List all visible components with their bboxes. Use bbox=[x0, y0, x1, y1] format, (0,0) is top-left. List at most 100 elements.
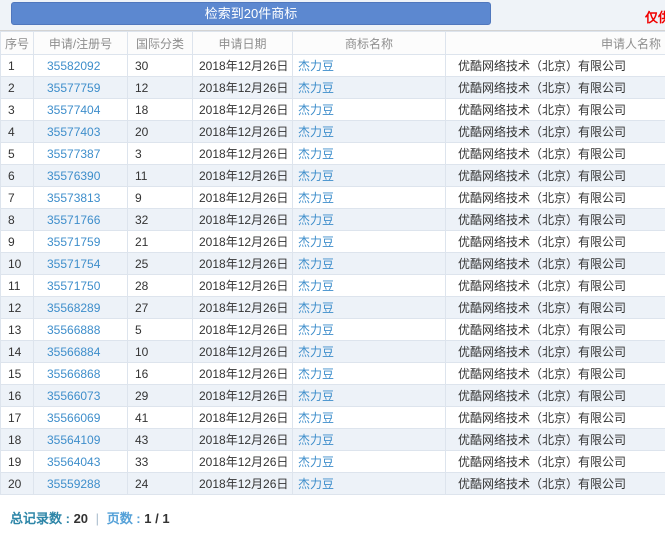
trademark-name-link[interactable]: 杰力豆 bbox=[298, 411, 334, 425]
total-records-value: 20 bbox=[74, 511, 88, 526]
application-date: 2018年12月26日 bbox=[193, 99, 293, 121]
row-index: 16 bbox=[1, 385, 34, 407]
intl-class-value: 10 bbox=[128, 341, 193, 363]
intl-class-value: 43 bbox=[128, 429, 193, 451]
intl-class-value: 28 bbox=[128, 275, 193, 297]
application-date: 2018年12月26日 bbox=[193, 143, 293, 165]
table-row: 8 35571766 32 2018年12月26日 杰力豆 优酷网络技术（北京）… bbox=[1, 209, 665, 231]
row-index: 20 bbox=[1, 473, 34, 495]
registration-number-link[interactable]: 35566073 bbox=[47, 389, 100, 403]
applicant-name: 优酷网络技术（北京）有限公司 bbox=[446, 451, 665, 473]
registration-number-link[interactable]: 35566069 bbox=[47, 411, 100, 425]
table-row: 9 35571759 21 2018年12月26日 杰力豆 优酷网络技术（北京）… bbox=[1, 231, 665, 253]
registration-number-link[interactable]: 35568289 bbox=[47, 301, 100, 315]
registration-number-link[interactable]: 35571759 bbox=[47, 235, 100, 249]
registration-number-link[interactable]: 35571754 bbox=[47, 257, 100, 271]
trademark-name-link[interactable]: 杰力豆 bbox=[298, 147, 334, 161]
applicant-name: 优酷网络技术（北京）有限公司 bbox=[446, 363, 665, 385]
applicant-name: 优酷网络技术（北京）有限公司 bbox=[446, 187, 665, 209]
intl-class-value: 11 bbox=[128, 165, 193, 187]
application-date: 2018年12月26日 bbox=[193, 341, 293, 363]
trademark-name-link[interactable]: 杰力豆 bbox=[298, 323, 334, 337]
applicant-name: 优酷网络技术（北京）有限公司 bbox=[446, 385, 665, 407]
column-header-index: 序号 bbox=[1, 32, 34, 55]
trademark-name-link[interactable]: 杰力豆 bbox=[298, 81, 334, 95]
intl-class-value: 25 bbox=[128, 253, 193, 275]
intl-class-value: 20 bbox=[128, 121, 193, 143]
registration-number-link[interactable]: 35577387 bbox=[47, 147, 100, 161]
table-row: 19 35564043 33 2018年12月26日 杰力豆 优酷网络技术（北京… bbox=[1, 451, 665, 473]
row-index: 12 bbox=[1, 297, 34, 319]
intl-class-value: 9 bbox=[128, 187, 193, 209]
registration-number-link[interactable]: 35566888 bbox=[47, 323, 100, 337]
applicant-name: 优酷网络技术（北京）有限公司 bbox=[446, 121, 665, 143]
column-header-registration: 申请/注册号 bbox=[34, 32, 128, 55]
registration-number-link[interactable]: 35564109 bbox=[47, 433, 100, 447]
registration-number-link[interactable]: 35564043 bbox=[47, 455, 100, 469]
row-index: 17 bbox=[1, 407, 34, 429]
trademark-name-link[interactable]: 杰力豆 bbox=[298, 455, 334, 469]
row-index: 9 bbox=[1, 231, 34, 253]
registration-number-link[interactable]: 35571750 bbox=[47, 279, 100, 293]
table-row: 7 35573813 9 2018年12月26日 杰力豆 优酷网络技术（北京）有… bbox=[1, 187, 665, 209]
registration-number-link[interactable]: 35576390 bbox=[47, 169, 100, 183]
registration-number-link[interactable]: 35559288 bbox=[47, 477, 100, 491]
trademark-name-link[interactable]: 杰力豆 bbox=[298, 125, 334, 139]
application-date: 2018年12月26日 bbox=[193, 297, 293, 319]
trademark-name-link[interactable]: 杰力豆 bbox=[298, 169, 334, 183]
applicant-name: 优酷网络技术（北京）有限公司 bbox=[446, 275, 665, 297]
footer-separator: | bbox=[92, 511, 103, 526]
table-row: 2 35577759 12 2018年12月26日 杰力豆 优酷网络技术（北京）… bbox=[1, 77, 665, 99]
application-date: 2018年12月26日 bbox=[193, 187, 293, 209]
table-row: 4 35577403 20 2018年12月26日 杰力豆 优酷网络技术（北京）… bbox=[1, 121, 665, 143]
applicant-name: 优酷网络技术（北京）有限公司 bbox=[446, 231, 665, 253]
trademark-name-link[interactable]: 杰力豆 bbox=[298, 235, 334, 249]
trademark-name-link[interactable]: 杰力豆 bbox=[298, 345, 334, 359]
trademark-name-link[interactable]: 杰力豆 bbox=[298, 59, 334, 73]
table-row: 17 35566069 41 2018年12月26日 杰力豆 优酷网络技术（北京… bbox=[1, 407, 665, 429]
trademark-name-link[interactable]: 杰力豆 bbox=[298, 279, 334, 293]
applicant-name: 优酷网络技术（北京）有限公司 bbox=[446, 319, 665, 341]
applicant-name: 优酷网络技术（北京）有限公司 bbox=[446, 99, 665, 121]
trademark-name-link[interactable]: 杰力豆 bbox=[298, 257, 334, 271]
trademark-name-link[interactable]: 杰力豆 bbox=[298, 213, 334, 227]
trademark-name-link[interactable]: 杰力豆 bbox=[298, 367, 334, 381]
application-date: 2018年12月26日 bbox=[193, 209, 293, 231]
trademark-name-link[interactable]: 杰力豆 bbox=[298, 191, 334, 205]
trademark-name-link[interactable]: 杰力豆 bbox=[298, 433, 334, 447]
trademark-name-link[interactable]: 杰力豆 bbox=[298, 103, 334, 117]
results-table: 序号 申请/注册号 国际分类 申请日期 商标名称 申请人名称 1 3558209… bbox=[0, 31, 665, 495]
trademark-name-link[interactable]: 杰力豆 bbox=[298, 301, 334, 315]
table-row: 10 35571754 25 2018年12月26日 杰力豆 优酷网络技术（北京… bbox=[1, 253, 665, 275]
row-index: 2 bbox=[1, 77, 34, 99]
registration-number-link[interactable]: 35582092 bbox=[47, 59, 100, 73]
row-index: 11 bbox=[1, 275, 34, 297]
row-index: 3 bbox=[1, 99, 34, 121]
table-row: 14 35566884 10 2018年12月26日 杰力豆 优酷网络技术（北京… bbox=[1, 341, 665, 363]
registration-number-link[interactable]: 35566868 bbox=[47, 367, 100, 381]
intl-class-value: 3 bbox=[128, 143, 193, 165]
column-header-applicant: 申请人名称 bbox=[446, 32, 665, 55]
registration-number-link[interactable]: 35566884 bbox=[47, 345, 100, 359]
row-index: 1 bbox=[1, 55, 34, 77]
page-count-label: 页数 : bbox=[107, 511, 141, 526]
registration-number-link[interactable]: 35573813 bbox=[47, 191, 100, 205]
application-date: 2018年12月26日 bbox=[193, 385, 293, 407]
intl-class-value: 16 bbox=[128, 363, 193, 385]
application-date: 2018年12月26日 bbox=[193, 55, 293, 77]
application-date: 2018年12月26日 bbox=[193, 429, 293, 451]
row-index: 14 bbox=[1, 341, 34, 363]
intl-class-value: 29 bbox=[128, 385, 193, 407]
registration-number-link[interactable]: 35577404 bbox=[47, 103, 100, 117]
trademark-name-link[interactable]: 杰力豆 bbox=[298, 477, 334, 491]
search-results-count-button[interactable]: 检索到20件商标 bbox=[11, 2, 491, 25]
registration-number-link[interactable]: 35577403 bbox=[47, 125, 100, 139]
registration-number-link[interactable]: 35577759 bbox=[47, 81, 100, 95]
application-date: 2018年12月26日 bbox=[193, 363, 293, 385]
registration-number-link[interactable]: 35571766 bbox=[47, 213, 100, 227]
trademark-name-link[interactable]: 杰力豆 bbox=[298, 389, 334, 403]
application-date: 2018年12月26日 bbox=[193, 275, 293, 297]
applicant-name: 优酷网络技术（北京）有限公司 bbox=[446, 209, 665, 231]
applicant-name: 优酷网络技术（北京）有限公司 bbox=[446, 143, 665, 165]
application-date: 2018年12月26日 bbox=[193, 473, 293, 495]
